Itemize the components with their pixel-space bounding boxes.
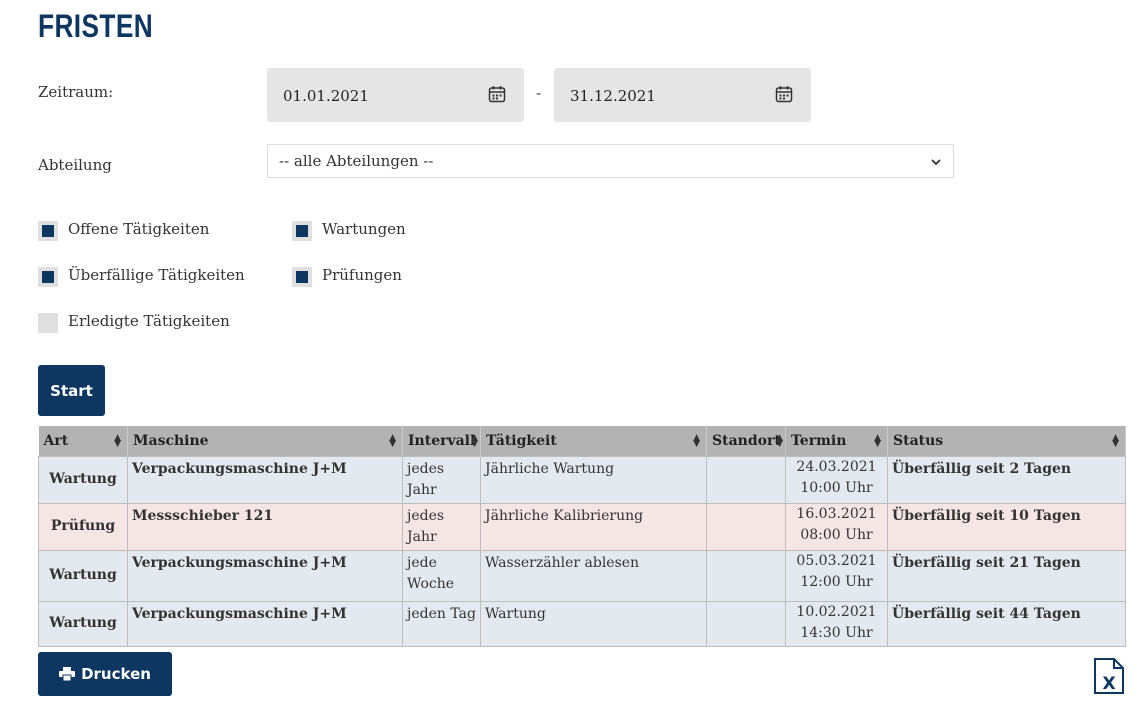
checkbox-box[interactable] <box>38 267 58 287</box>
fristen-table: Art ▲ ▼ Maschine ▲ ▼ Intervall ▲ ▼ Tätigkeit ▲ ▼… <box>38 426 1126 647</box>
start-button[interactable]: Start <box>38 365 105 416</box>
cell-status: Überfällig seit 21 Tagen <box>887 549 1126 602</box>
checkbox-box[interactable] <box>292 267 312 287</box>
column-header-maschine[interactable]: Maschine ▲ ▼ <box>127 426 403 456</box>
termin-zeit: 14:30 Uhr <box>800 624 873 641</box>
sort-icon[interactable]: ▲ ▼ <box>471 434 478 449</box>
termin-zeit: 12:00 Uhr <box>800 573 873 590</box>
checkbox-label: Offene Tätigkeiten <box>68 220 210 238</box>
table-row[interactable]: Prüfung Messschieber 121 jedes Jahr Jähr… <box>38 502 1126 551</box>
date-to-value: 31.12.2021 <box>570 87 656 105</box>
checkbox-label: Erledigte Tätigkeiten <box>68 312 230 330</box>
sort-icon[interactable]: ▲ ▼ <box>874 434 881 449</box>
cell-intervall: jedes Jahr <box>402 455 481 504</box>
checkbox-box[interactable] <box>38 313 58 333</box>
termin-zeit: 10:00 Uhr <box>800 479 873 496</box>
sort-icon[interactable]: ▲ ▼ <box>776 434 783 449</box>
abteilung-selected-value: -- alle Abteilungen -- <box>279 152 434 170</box>
start-button-label: Start <box>50 381 93 400</box>
cell-status: Überfällig seit 44 Tagen <box>887 600 1126 647</box>
print-button[interactable]: Drucken <box>38 652 172 696</box>
sort-icon[interactable]: ▲ ▼ <box>389 434 396 449</box>
sort-icon[interactable]: ▲ ▼ <box>1112 434 1119 449</box>
header-label: Art <box>43 432 69 449</box>
column-header-termin[interactable]: Termin ▲ ▼ <box>785 426 888 456</box>
cell-intervall: jeden Tag <box>402 600 481 647</box>
cell-status: Überfällig seit 10 Tagen <box>887 502 1126 551</box>
header-label: Maschine <box>133 432 209 449</box>
table-row[interactable]: Wartung Verpackungsmaschine J+M jede Woc… <box>38 549 1126 602</box>
abteilung-label: Abteilung <box>38 156 112 174</box>
termin-zeit: 08:00 Uhr <box>800 526 873 543</box>
checkbox-label: Prüfungen <box>322 266 402 284</box>
table-row[interactable]: Wartung Verpackungsmaschine J+M jeden Ta… <box>38 600 1126 647</box>
excel-export-icon[interactable]: X <box>1093 658 1125 694</box>
calendar-icon[interactable] <box>488 85 506 103</box>
printer-icon <box>59 667 76 681</box>
cell-intervall: jedes Jahr <box>402 502 481 551</box>
checkbox-label: Wartungen <box>322 220 406 238</box>
abteilung-select[interactable]: -- alle Abteilungen -- <box>267 144 954 178</box>
svg-text:X: X <box>1102 674 1115 694</box>
header-label: Termin <box>791 432 847 449</box>
cell-intervall: jede Woche <box>402 549 481 602</box>
cell-standort <box>706 549 786 602</box>
cell-maschine: Verpackungsmaschine J+M <box>127 600 403 647</box>
checkbox-box[interactable] <box>38 221 58 241</box>
cell-taetigkeit: Wartung <box>480 600 707 647</box>
cell-termin: 16.03.2021 08:00 Uhr <box>785 502 888 551</box>
cell-standort <box>706 600 786 647</box>
checkbox-box[interactable] <box>292 221 312 241</box>
header-label: Intervall <box>408 432 476 449</box>
print-button-label: Drucken <box>81 665 151 683</box>
termin-datum: 24.03.2021 <box>796 458 877 475</box>
column-header-taetigkeit[interactable]: Tätigkeit ▲ ▼ <box>480 426 707 456</box>
sort-icon[interactable]: ▲ ▼ <box>114 434 121 449</box>
header-label: Status <box>893 432 944 449</box>
cell-maschine: Messschieber 121 <box>127 502 403 551</box>
header-label: Tätigkeit <box>486 432 557 449</box>
zeitraum-label: Zeitraum: <box>38 83 114 101</box>
cell-termin: 24.03.2021 10:00 Uhr <box>785 455 888 504</box>
cell-termin: 10.02.2021 14:30 Uhr <box>785 600 888 647</box>
cell-art: Wartung <box>38 455 128 504</box>
column-header-intervall[interactable]: Intervall ▲ ▼ <box>402 426 481 456</box>
column-header-art[interactable]: Art ▲ ▼ <box>38 426 128 456</box>
cell-maschine: Verpackungsmaschine J+M <box>127 549 403 602</box>
header-label: Standort <box>712 432 781 449</box>
date-to-field[interactable]: 31.12.2021 <box>554 68 811 122</box>
date-from-value: 01.01.2021 <box>283 87 369 105</box>
cell-art: Prüfung <box>38 502 128 551</box>
cell-standort <box>706 502 786 551</box>
cell-termin: 05.03.2021 12:00 Uhr <box>785 549 888 602</box>
sort-icon[interactable]: ▲ ▼ <box>693 434 700 449</box>
cell-status: Überfällig seit 2 Tagen <box>887 455 1126 504</box>
chevron-down-icon <box>931 159 941 166</box>
page-title: FRISTEN <box>38 8 154 44</box>
termin-datum: 05.03.2021 <box>796 552 877 569</box>
cell-standort <box>706 455 786 504</box>
termin-datum: 16.03.2021 <box>796 505 877 522</box>
table-row[interactable]: Wartung Verpackungsmaschine J+M jedes Ja… <box>38 455 1126 504</box>
checkbox-label: Überfällige Tätigkeiten <box>68 266 245 284</box>
cell-taetigkeit: Jährliche Kalibrierung <box>480 502 707 551</box>
termin-datum: 10.02.2021 <box>796 603 877 620</box>
date-separator: - <box>536 84 542 102</box>
table-header-row: Art ▲ ▼ Maschine ▲ ▼ Intervall ▲ ▼ Tätigkeit ▲ ▼… <box>38 426 1126 456</box>
cell-art: Wartung <box>38 549 128 602</box>
calendar-icon[interactable] <box>775 85 793 103</box>
date-from-field[interactable]: 01.01.2021 <box>267 68 524 122</box>
cell-taetigkeit: Wasserzähler ablesen <box>480 549 707 602</box>
cell-taetigkeit: Jährliche Wartung <box>480 455 707 504</box>
column-header-status[interactable]: Status ▲ ▼ <box>887 426 1126 456</box>
column-header-standort[interactable]: Standort ▲ ▼ <box>706 426 786 456</box>
cell-maschine: Verpackungsmaschine J+M <box>127 455 403 504</box>
cell-art: Wartung <box>38 600 128 647</box>
